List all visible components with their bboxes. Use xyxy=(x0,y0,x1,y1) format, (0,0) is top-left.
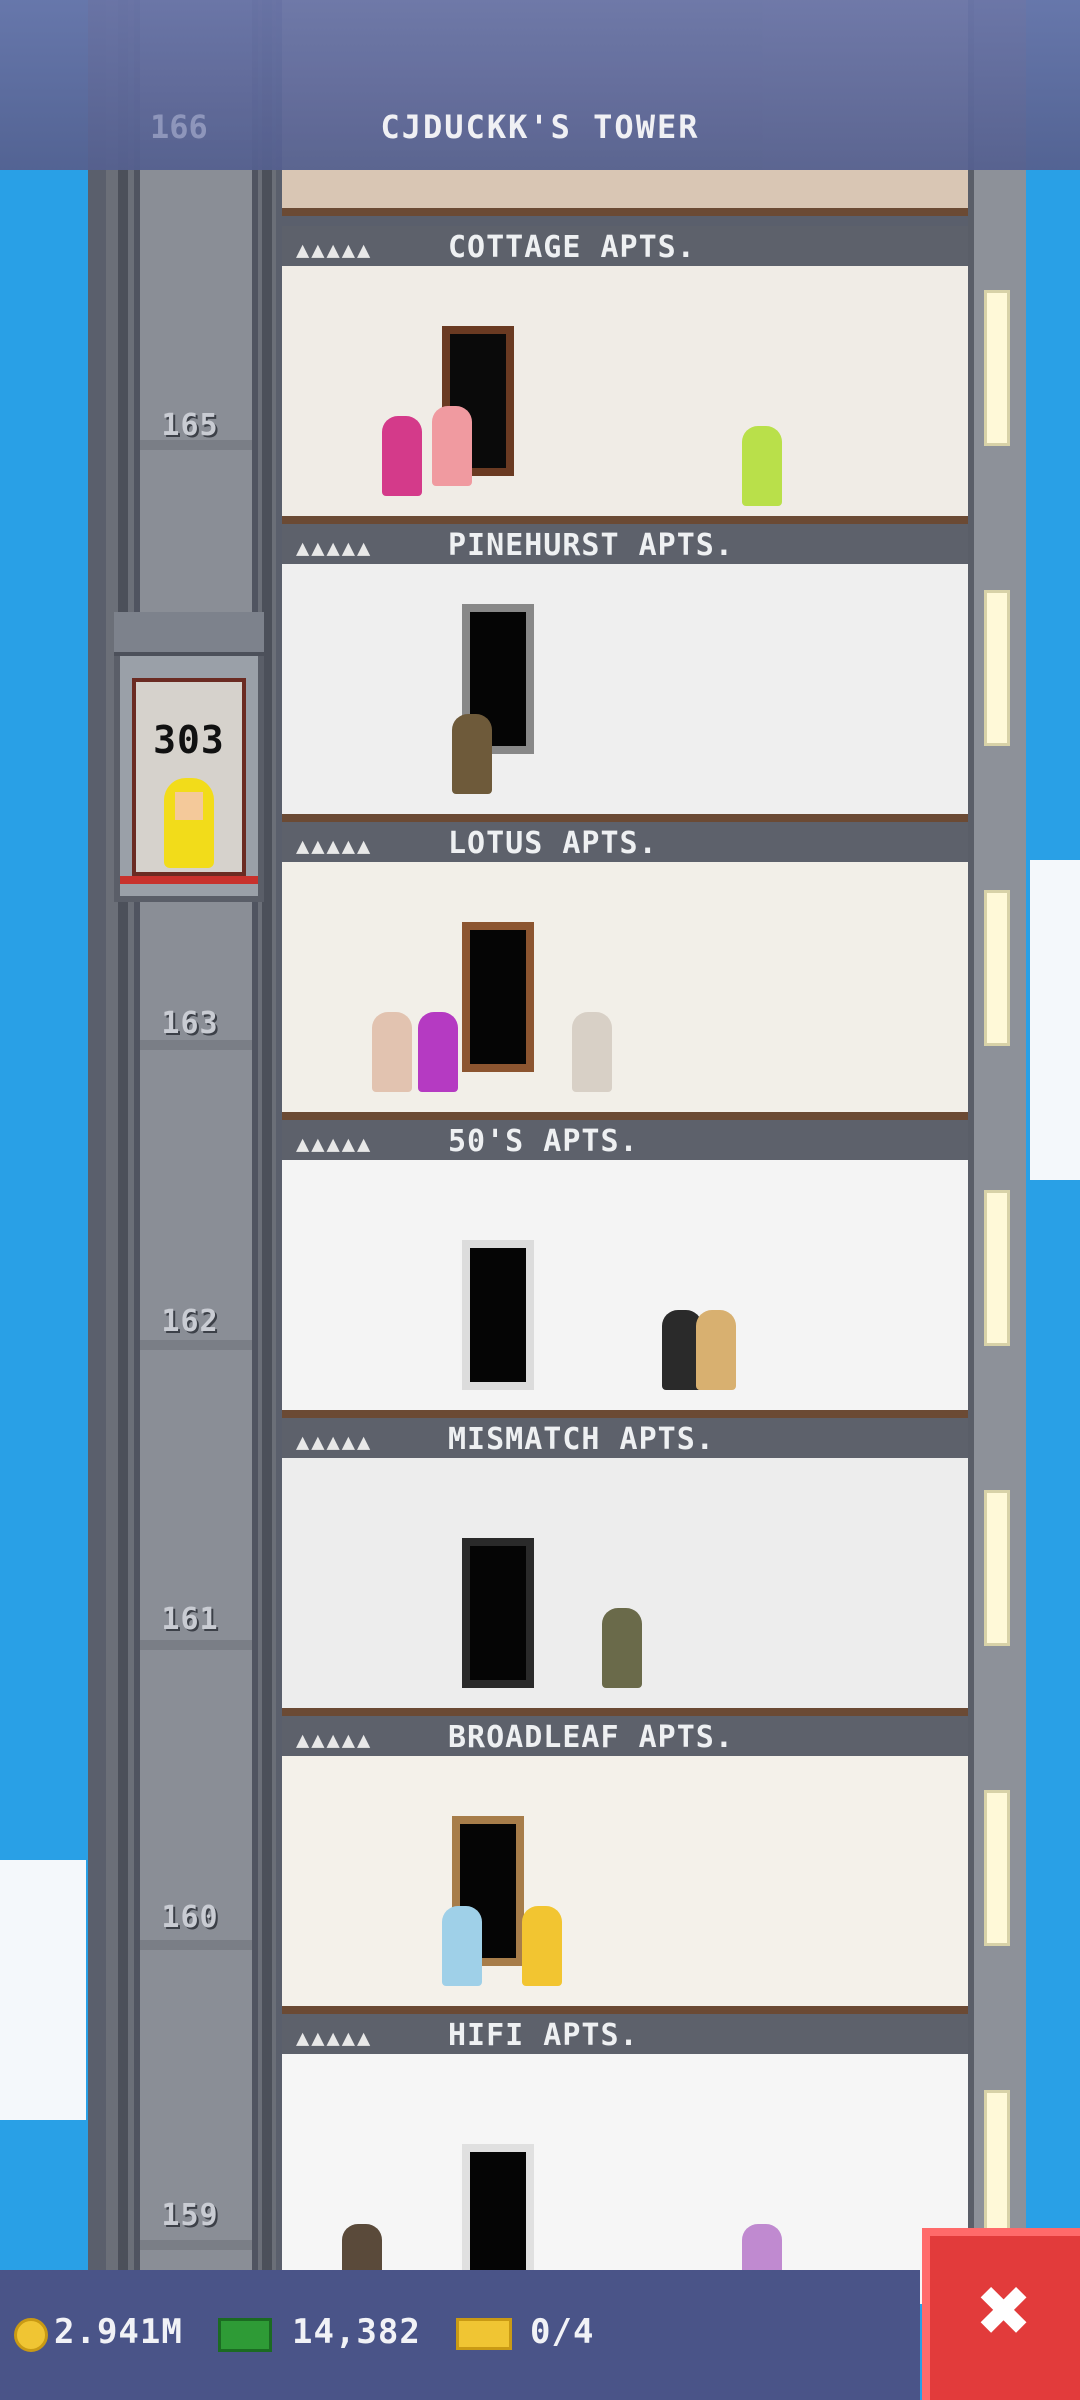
floor-sign: ▲▲▲▲▲ PINEHURST APTS. xyxy=(282,524,968,564)
floor-room xyxy=(282,2054,968,2304)
floor-sign: ▲▲▲▲▲ 50'S APTS. xyxy=(282,1120,968,1160)
close-button[interactable]: ✖ xyxy=(922,2228,1080,2400)
door xyxy=(462,1538,534,1688)
floor-star-rating: ▲▲▲▲▲ xyxy=(296,238,373,263)
door xyxy=(462,922,534,1072)
window-light xyxy=(984,2090,1010,2246)
elevator-floor-line xyxy=(120,876,258,884)
resident[interactable] xyxy=(602,1608,642,1688)
resident[interactable] xyxy=(696,1310,736,1390)
shaft-floor-number: 159 xyxy=(161,2198,219,2233)
tickets-count[interactable]: 0/4 xyxy=(530,2312,594,2352)
floor-room xyxy=(282,564,968,814)
floor-sign: ▲▲▲▲▲ MISMATCH APTS. xyxy=(282,1418,968,1458)
floor-pinehurst[interactable]: ▲▲▲▲▲ PINEHURST APTS. xyxy=(282,524,968,822)
elevator-floor-counter: 303 xyxy=(153,718,225,762)
floor-star-rating: ▲▲▲▲▲ xyxy=(296,2026,373,2051)
resident[interactable] xyxy=(382,416,422,496)
floor-star-rating: ▲▲▲▲▲ xyxy=(296,834,373,859)
floor-base xyxy=(282,1708,968,1716)
floor-mismatch[interactable]: ▲▲▲▲▲ MISMATCH APTS. xyxy=(282,1418,968,1716)
floor-lotus[interactable]: ▲▲▲▲▲ LOTUS APTS. xyxy=(282,822,968,1120)
floor-name: MISMATCH APTS. xyxy=(448,1422,715,1457)
floor-room xyxy=(282,1458,968,1708)
floor-name: LOTUS APTS. xyxy=(448,826,658,861)
floor-base xyxy=(282,814,968,822)
window-light xyxy=(984,1790,1010,1946)
window-light xyxy=(984,1490,1010,1646)
window-light xyxy=(984,890,1010,1046)
shaft-rail-right xyxy=(262,0,272,2270)
floor-hifi[interactable]: ▲▲▲▲▲ HIFI APTS. xyxy=(282,2014,968,2312)
floor-name: HIFI APTS. xyxy=(448,2018,639,2053)
shaft-rail-left xyxy=(118,0,128,2270)
resident[interactable] xyxy=(452,714,492,794)
elevator-car[interactable]: 303 xyxy=(114,612,264,902)
shaft-floor-number: 165 xyxy=(161,408,219,443)
coins-count[interactable]: 2.941M xyxy=(54,2312,183,2352)
door xyxy=(462,1240,534,1390)
floor-star-rating: ▲▲▲▲▲ xyxy=(296,1430,373,1455)
floor-name: BROADLEAF APTS. xyxy=(448,1720,734,1755)
resident[interactable] xyxy=(522,1906,562,1986)
floor-sign: ▲▲▲▲▲ BROADLEAF APTS. xyxy=(282,1716,968,1756)
floor-50s[interactable]: ▲▲▲▲▲ 50'S APTS. xyxy=(282,1120,968,1418)
floor-star-rating: ▲▲▲▲▲ xyxy=(296,536,373,561)
floor-broadleaf[interactable]: ▲▲▲▲▲ BROADLEAF APTS. xyxy=(282,1716,968,2014)
floor-star-rating: ▲▲▲▲▲ xyxy=(296,1132,373,1157)
floor-166-base xyxy=(282,208,968,216)
ticket-icon xyxy=(456,2318,512,2350)
window-light xyxy=(984,590,1010,746)
resident[interactable] xyxy=(432,406,472,486)
floor-sign: ▲▲▲▲▲ COTTAGE APTS. xyxy=(282,226,968,266)
window-light xyxy=(984,1190,1010,1346)
elevator-passenger[interactable] xyxy=(164,778,214,868)
bux-icon xyxy=(218,2318,272,2352)
elevator-top xyxy=(114,612,264,656)
resident[interactable] xyxy=(372,1012,412,1092)
tower-title: CJDUCKK'S TOWER xyxy=(380,108,700,146)
shaft-floor-number: 161 xyxy=(161,1602,219,1637)
resident[interactable] xyxy=(442,1906,482,1986)
floor-base xyxy=(282,2006,968,2014)
resident[interactable] xyxy=(418,1012,458,1092)
floor-room xyxy=(282,266,968,516)
floor-name: COTTAGE APTS. xyxy=(448,230,696,265)
cloud-left xyxy=(0,1860,86,2120)
resident[interactable] xyxy=(742,426,782,506)
floor-base xyxy=(282,1410,968,1418)
close-icon: ✖ xyxy=(977,2258,1033,2363)
floor-sign: ▲▲▲▲▲ LOTUS APTS. xyxy=(282,822,968,862)
floor-base xyxy=(282,1112,968,1120)
floor-name: PINEHURST APTS. xyxy=(448,528,734,563)
cloud-right xyxy=(1030,860,1080,1180)
coin-icon xyxy=(14,2318,48,2352)
floor-room xyxy=(282,1756,968,2006)
shaft-floor-number: 163 xyxy=(161,1006,219,1041)
floor-sign: ▲▲▲▲▲ HIFI APTS. xyxy=(282,2014,968,2054)
floor-room xyxy=(282,862,968,1112)
bux-count[interactable]: 14,382 xyxy=(292,2312,421,2352)
floor-name: 50'S APTS. xyxy=(448,1124,639,1159)
resident[interactable] xyxy=(572,1012,612,1092)
shaft-floor-number: 162 xyxy=(161,1304,219,1339)
floor-cottage[interactable]: ▲▲▲▲▲ COTTAGE APTS. xyxy=(282,226,968,524)
window-light xyxy=(984,290,1010,446)
shaft-floor-number: 160 xyxy=(161,1900,219,1935)
floor-star-rating: ▲▲▲▲▲ xyxy=(296,1728,373,1753)
tower-header: 166 CJDUCKK'S TOWER xyxy=(0,0,1080,170)
resource-bar: 2.941M 14,382 0/4 xyxy=(0,2270,920,2400)
floor-room xyxy=(282,1160,968,1410)
floor-base xyxy=(282,516,968,524)
